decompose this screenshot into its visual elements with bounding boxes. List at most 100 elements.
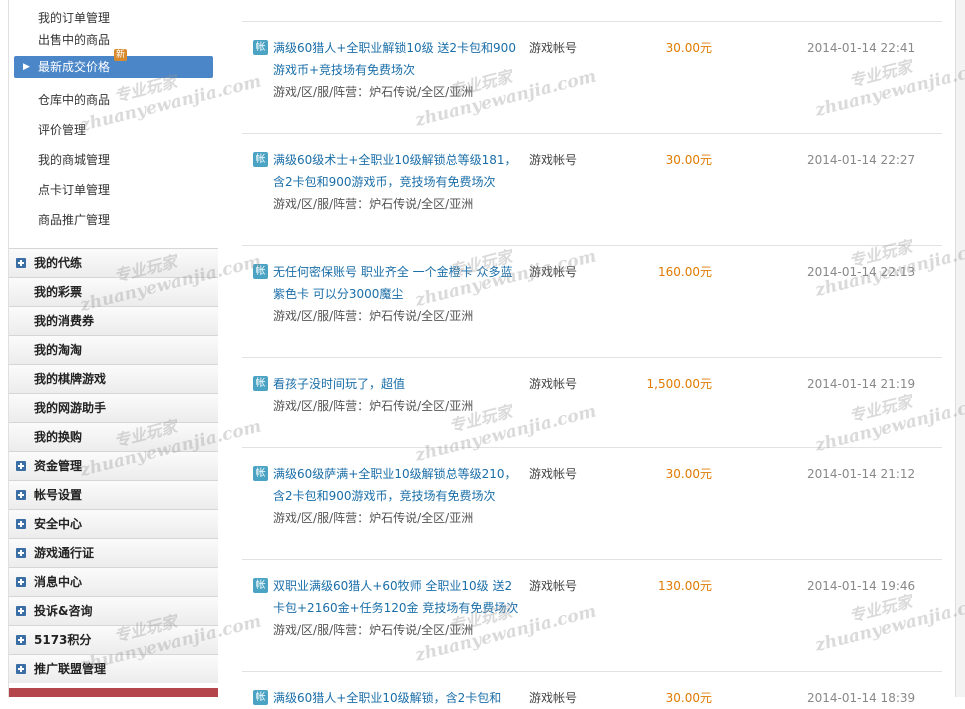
listing-title-link[interactable]: 无任何密保账号 职业齐全 一个金橙卡 众多蓝紫色卡 可以分3000魔尘 xyxy=(273,261,523,305)
listing-type: 游戏帐号 xyxy=(529,41,578,55)
listing-title-link[interactable]: 满级60级术士+全职业10级解锁总等级181，含2卡包和900游戏币，竞技场有免… xyxy=(273,149,523,193)
sidebar-item[interactable]: 商品推广管理 xyxy=(9,202,218,232)
sidebar-section-label: 我的网游助手 xyxy=(34,401,107,415)
sidebar-section[interactable]: 消息中心 xyxy=(9,567,218,596)
sidebar-item[interactable]: 仓库中的商品 xyxy=(9,82,218,112)
sidebar-item[interactable]: 我的商城管理 xyxy=(9,142,218,172)
listing-price: 30.00元 xyxy=(665,691,712,705)
listing-time: 2014-01-14 21:12 xyxy=(807,467,916,481)
sidebar-section[interactable]: 我的换购 xyxy=(9,422,218,451)
sidebar-section[interactable]: 投诉&咨询 xyxy=(9,596,218,625)
sidebar-section-label: 我的棋牌游戏 xyxy=(34,372,107,386)
listing-type: 游戏帐号 xyxy=(529,377,578,391)
expand-plus-icon[interactable] xyxy=(16,635,26,645)
row-divider xyxy=(242,357,942,358)
listing-server: 游戏/区/服/阵营：炉石传说/全区/亚洲 xyxy=(273,623,474,637)
listing-type: 游戏帐号 xyxy=(529,153,578,167)
expand-plus-icon[interactable] xyxy=(16,606,26,616)
sidebar-item[interactable]: 我的订单管理 xyxy=(9,0,218,25)
sidebar-item-label: 商品推广管理 xyxy=(38,213,111,227)
expand-plus-icon[interactable] xyxy=(16,490,26,500)
sidebar: 我的订单管理 出售中的商品 ▶ 最新成交价格新仓库中的商品 评价管理我的商城管理 点卡订单… xyxy=(8,0,219,697)
expand-plus-icon[interactable] xyxy=(16,664,26,674)
sidebar-bottom-strip xyxy=(9,688,218,697)
listing-type: 游戏帐号 xyxy=(529,265,578,279)
sidebar-item-label: 仓库中的商品 xyxy=(38,93,111,107)
sidebar-section[interactable]: 我的代练 xyxy=(9,248,218,277)
listing-title-link[interactable]: 双职业满级60猎人+60牧师 全职业10级 送2卡包+2160金+任务120金 … xyxy=(273,575,523,619)
sidebar-sub-menu: 我的订单管理 出售中的商品 ▶ 最新成交价格新仓库中的商品 评价管理我的商城管理 点卡订单… xyxy=(9,0,218,248)
sidebar-section-label: 我的淘淘 xyxy=(34,343,83,357)
account-tag-icon: 帐 xyxy=(253,376,268,391)
sidebar-item-label: 最新成交价格 xyxy=(38,60,111,74)
sidebar-section[interactable]: 资金管理 xyxy=(9,451,218,480)
sidebar-section-label: 我的代练 xyxy=(34,256,83,270)
sidebar-section-label: 资金管理 xyxy=(34,459,83,473)
account-tag-icon: 帐 xyxy=(253,690,268,705)
sidebar-section[interactable]: 我的淘淘 xyxy=(9,335,218,364)
listing-time: 2014-01-14 22:41 xyxy=(807,41,916,55)
listing-title-link[interactable]: 满级60猎人+全职业解锁10级 送2卡包和900游戏币+竞技场有免费场次 xyxy=(273,37,523,81)
sidebar-section[interactable]: 推广联盟管理 xyxy=(9,654,218,683)
listing-title-link[interactable]: 看孩子没时间玩了，超值 xyxy=(273,373,523,395)
expand-plus-icon[interactable] xyxy=(16,461,26,471)
sidebar-section-label: 投诉&咨询 xyxy=(34,604,93,618)
sidebar-section-label: 帐号设置 xyxy=(34,488,83,502)
sidebar-sections: 我的代练我的彩票我的消费券我的淘淘我的棋牌游戏 我的网游助手 我的换购资金管理帐号设… xyxy=(9,248,218,683)
listing-time: 2014-01-14 19:46 xyxy=(807,579,916,593)
listing-server: 游戏/区/服/阵营：炉石传说/全区/亚洲 xyxy=(273,511,474,525)
row-divider xyxy=(242,447,942,448)
listing-title-link[interactable]: 满级60级萨满+全职业10级解锁总等级210，含2卡包和900游戏币，竞技场有免… xyxy=(273,463,523,507)
sidebar-item[interactable]: 评价管理 xyxy=(9,112,218,142)
sidebar-item[interactable]: ▶ 最新成交价格新 xyxy=(14,49,213,78)
sidebar-section[interactable]: 游戏通行证 xyxy=(9,538,218,567)
listing-type: 游戏帐号 xyxy=(529,579,578,593)
listing-type: 游戏帐号 xyxy=(529,691,578,705)
sidebar-section-label: 推广联盟管理 xyxy=(34,662,107,676)
transaction-list: 帐满级60猎人+全职业解锁10级 送2卡包和900游戏币+竞技场有免费场次 游戏/… xyxy=(242,0,942,705)
sidebar-item-label: 我的商城管理 xyxy=(38,153,111,167)
row-divider xyxy=(242,133,942,134)
sidebar-item[interactable]: 出售中的商品 xyxy=(9,22,218,52)
new-badge: 新 xyxy=(114,49,128,61)
expand-plus-icon[interactable] xyxy=(16,258,26,268)
sidebar-section-label: 我的彩票 xyxy=(34,285,83,299)
sidebar-section[interactable]: 帐号设置 xyxy=(9,480,218,509)
arrow-right-icon: ▶ xyxy=(23,62,30,72)
listing-price: 30.00元 xyxy=(665,467,712,481)
sidebar-section-label: 游戏通行证 xyxy=(34,546,95,560)
sidebar-section[interactable]: 我的网游助手 xyxy=(9,393,218,422)
listing-title-link[interactable]: 满级60猎人+全职业10级解锁，含2卡包和 xyxy=(273,687,523,709)
sidebar-section[interactable]: 我的消费券 xyxy=(9,306,218,335)
content-gutter xyxy=(218,0,243,697)
sidebar-section-label: 我的消费券 xyxy=(34,314,95,328)
row-divider xyxy=(242,21,942,22)
sidebar-section[interactable]: 我的彩票 xyxy=(9,277,218,306)
listing-price: 130.00元 xyxy=(658,579,712,593)
sidebar-item[interactable]: 点卡订单管理 xyxy=(9,172,218,202)
sidebar-item-label: 评价管理 xyxy=(38,123,87,137)
sidebar-section-label: 5173积分 xyxy=(34,633,92,647)
sidebar-section[interactable]: 我的棋牌游戏 xyxy=(9,364,218,393)
expand-plus-icon[interactable] xyxy=(16,519,26,529)
sidebar-section-label: 安全中心 xyxy=(34,517,83,531)
listing-time: 2014-01-14 22:27 xyxy=(807,153,916,167)
scrollbar[interactable] xyxy=(955,0,965,697)
account-tag-icon: 帐 xyxy=(253,40,268,55)
listing-server: 游戏/区/服/阵营：炉石传说/全区/亚洲 xyxy=(273,399,474,413)
listing-server: 游戏/区/服/阵营：炉石传说/全区/亚洲 xyxy=(273,197,474,211)
sidebar-item-label: 点卡订单管理 xyxy=(38,183,111,197)
sidebar-section-label: 我的换购 xyxy=(34,430,83,444)
listing-time: 2014-01-14 21:19 xyxy=(807,377,916,391)
sidebar-section[interactable]: 5173积分 xyxy=(9,625,218,654)
account-tag-icon: 帐 xyxy=(253,578,268,593)
sidebar-section[interactable]: 安全中心 xyxy=(9,509,218,538)
account-tag-icon: 帐 xyxy=(253,466,268,481)
listing-price: 160.00元 xyxy=(658,265,712,279)
expand-plus-icon[interactable] xyxy=(16,577,26,587)
row-divider xyxy=(242,671,942,672)
listing-price: 30.00元 xyxy=(665,153,712,167)
account-tag-icon: 帐 xyxy=(253,264,268,279)
row-divider xyxy=(242,559,942,560)
expand-plus-icon[interactable] xyxy=(16,548,26,558)
